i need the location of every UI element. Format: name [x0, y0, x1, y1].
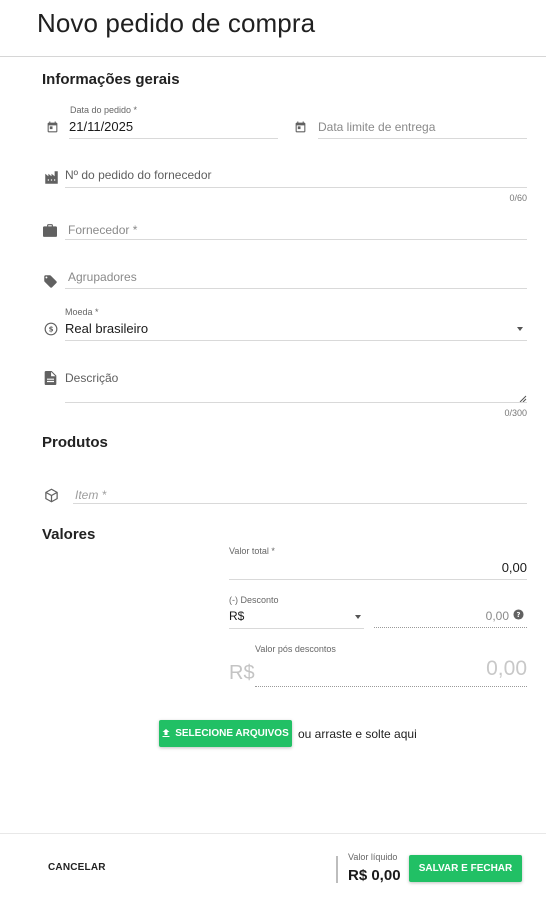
- order-date-value[interactable]: 21/11/2025: [69, 119, 133, 134]
- currency-underline: [65, 340, 527, 341]
- after-discount-value: 0,00: [486, 657, 527, 680]
- page-title: Novo pedido de compra: [37, 8, 316, 38]
- document-icon: [42, 370, 58, 386]
- values-section-title: Valores: [42, 526, 96, 543]
- after-discount-underline: [255, 686, 527, 687]
- calendar-icon[interactable]: [44, 119, 60, 135]
- discount-type-select[interactable]: R$: [229, 609, 244, 623]
- item-input[interactable]: Item *: [75, 488, 106, 502]
- help-icon[interactable]: ?: [512, 608, 524, 620]
- order-date-label: Data do pedido *: [70, 105, 138, 115]
- products-section-title: Produtos: [42, 434, 108, 451]
- item-underline: [73, 503, 527, 504]
- svg-text:?: ?: [516, 610, 520, 618]
- header-divider: [0, 56, 546, 57]
- chevron-down-icon[interactable]: [517, 327, 523, 331]
- save-and-close-button[interactable]: SALVAR E FECHAR: [409, 855, 522, 882]
- supplier-order-counter: 0/60: [509, 193, 527, 203]
- supplier-order-input[interactable]: Nº do pedido do fornecedor: [65, 168, 211, 182]
- currency-icon: $: [43, 321, 58, 336]
- total-label: Valor total *: [229, 546, 275, 556]
- upload-icon: [162, 729, 170, 738]
- order-date-underline: [69, 138, 278, 139]
- currency-label: Moeda *: [65, 307, 99, 317]
- currency-select[interactable]: Real brasileiro: [65, 321, 148, 336]
- footer-divider: [0, 833, 546, 834]
- discount-label: (-) Desconto: [229, 595, 279, 605]
- groupers-underline: [65, 288, 527, 289]
- calendar-icon[interactable]: [292, 119, 308, 135]
- footer-separator: [336, 856, 338, 883]
- due-date-underline: [318, 138, 527, 139]
- select-files-label: SELECIONE ARQUIVOS: [175, 728, 289, 739]
- net-value: R$ 0,00: [348, 867, 401, 884]
- net-value-label: Valor líquido: [348, 852, 398, 862]
- briefcase-icon: [42, 222, 58, 238]
- discount-amount-underline: [374, 627, 527, 628]
- drop-hint: ou arraste e solte aqui: [298, 727, 417, 741]
- after-discount-label: Valor pós descontos: [255, 644, 336, 654]
- supplier-order-underline: [65, 187, 527, 188]
- description-counter: 0/300: [504, 408, 527, 418]
- cube-icon: [43, 487, 59, 503]
- discount-amount-input[interactable]: 0,00: [430, 609, 509, 623]
- discount-type-underline: [229, 628, 364, 629]
- after-discount-prefix: R$: [229, 662, 255, 684]
- description-textarea[interactable]: Descrição: [65, 371, 118, 385]
- supplier-underline: [65, 239, 527, 240]
- resize-handle-icon[interactable]: [519, 390, 527, 408]
- description-underline: [65, 402, 527, 403]
- factory-icon: [43, 169, 59, 185]
- total-underline: [229, 579, 527, 580]
- general-section-title: Informações gerais: [42, 71, 180, 88]
- supplier-input[interactable]: Fornecedor *: [68, 223, 137, 237]
- chevron-down-icon[interactable]: [355, 615, 361, 619]
- select-files-button[interactable]: SELECIONE ARQUIVOS: [159, 720, 292, 747]
- due-date-input[interactable]: Data limite de entrega: [318, 120, 435, 134]
- total-value[interactable]: 0,00: [400, 560, 527, 575]
- tag-icon: [42, 273, 58, 289]
- groupers-input[interactable]: Agrupadores: [68, 270, 137, 284]
- svg-text:$: $: [48, 325, 53, 333]
- cancel-button[interactable]: CANCELAR: [48, 862, 106, 873]
